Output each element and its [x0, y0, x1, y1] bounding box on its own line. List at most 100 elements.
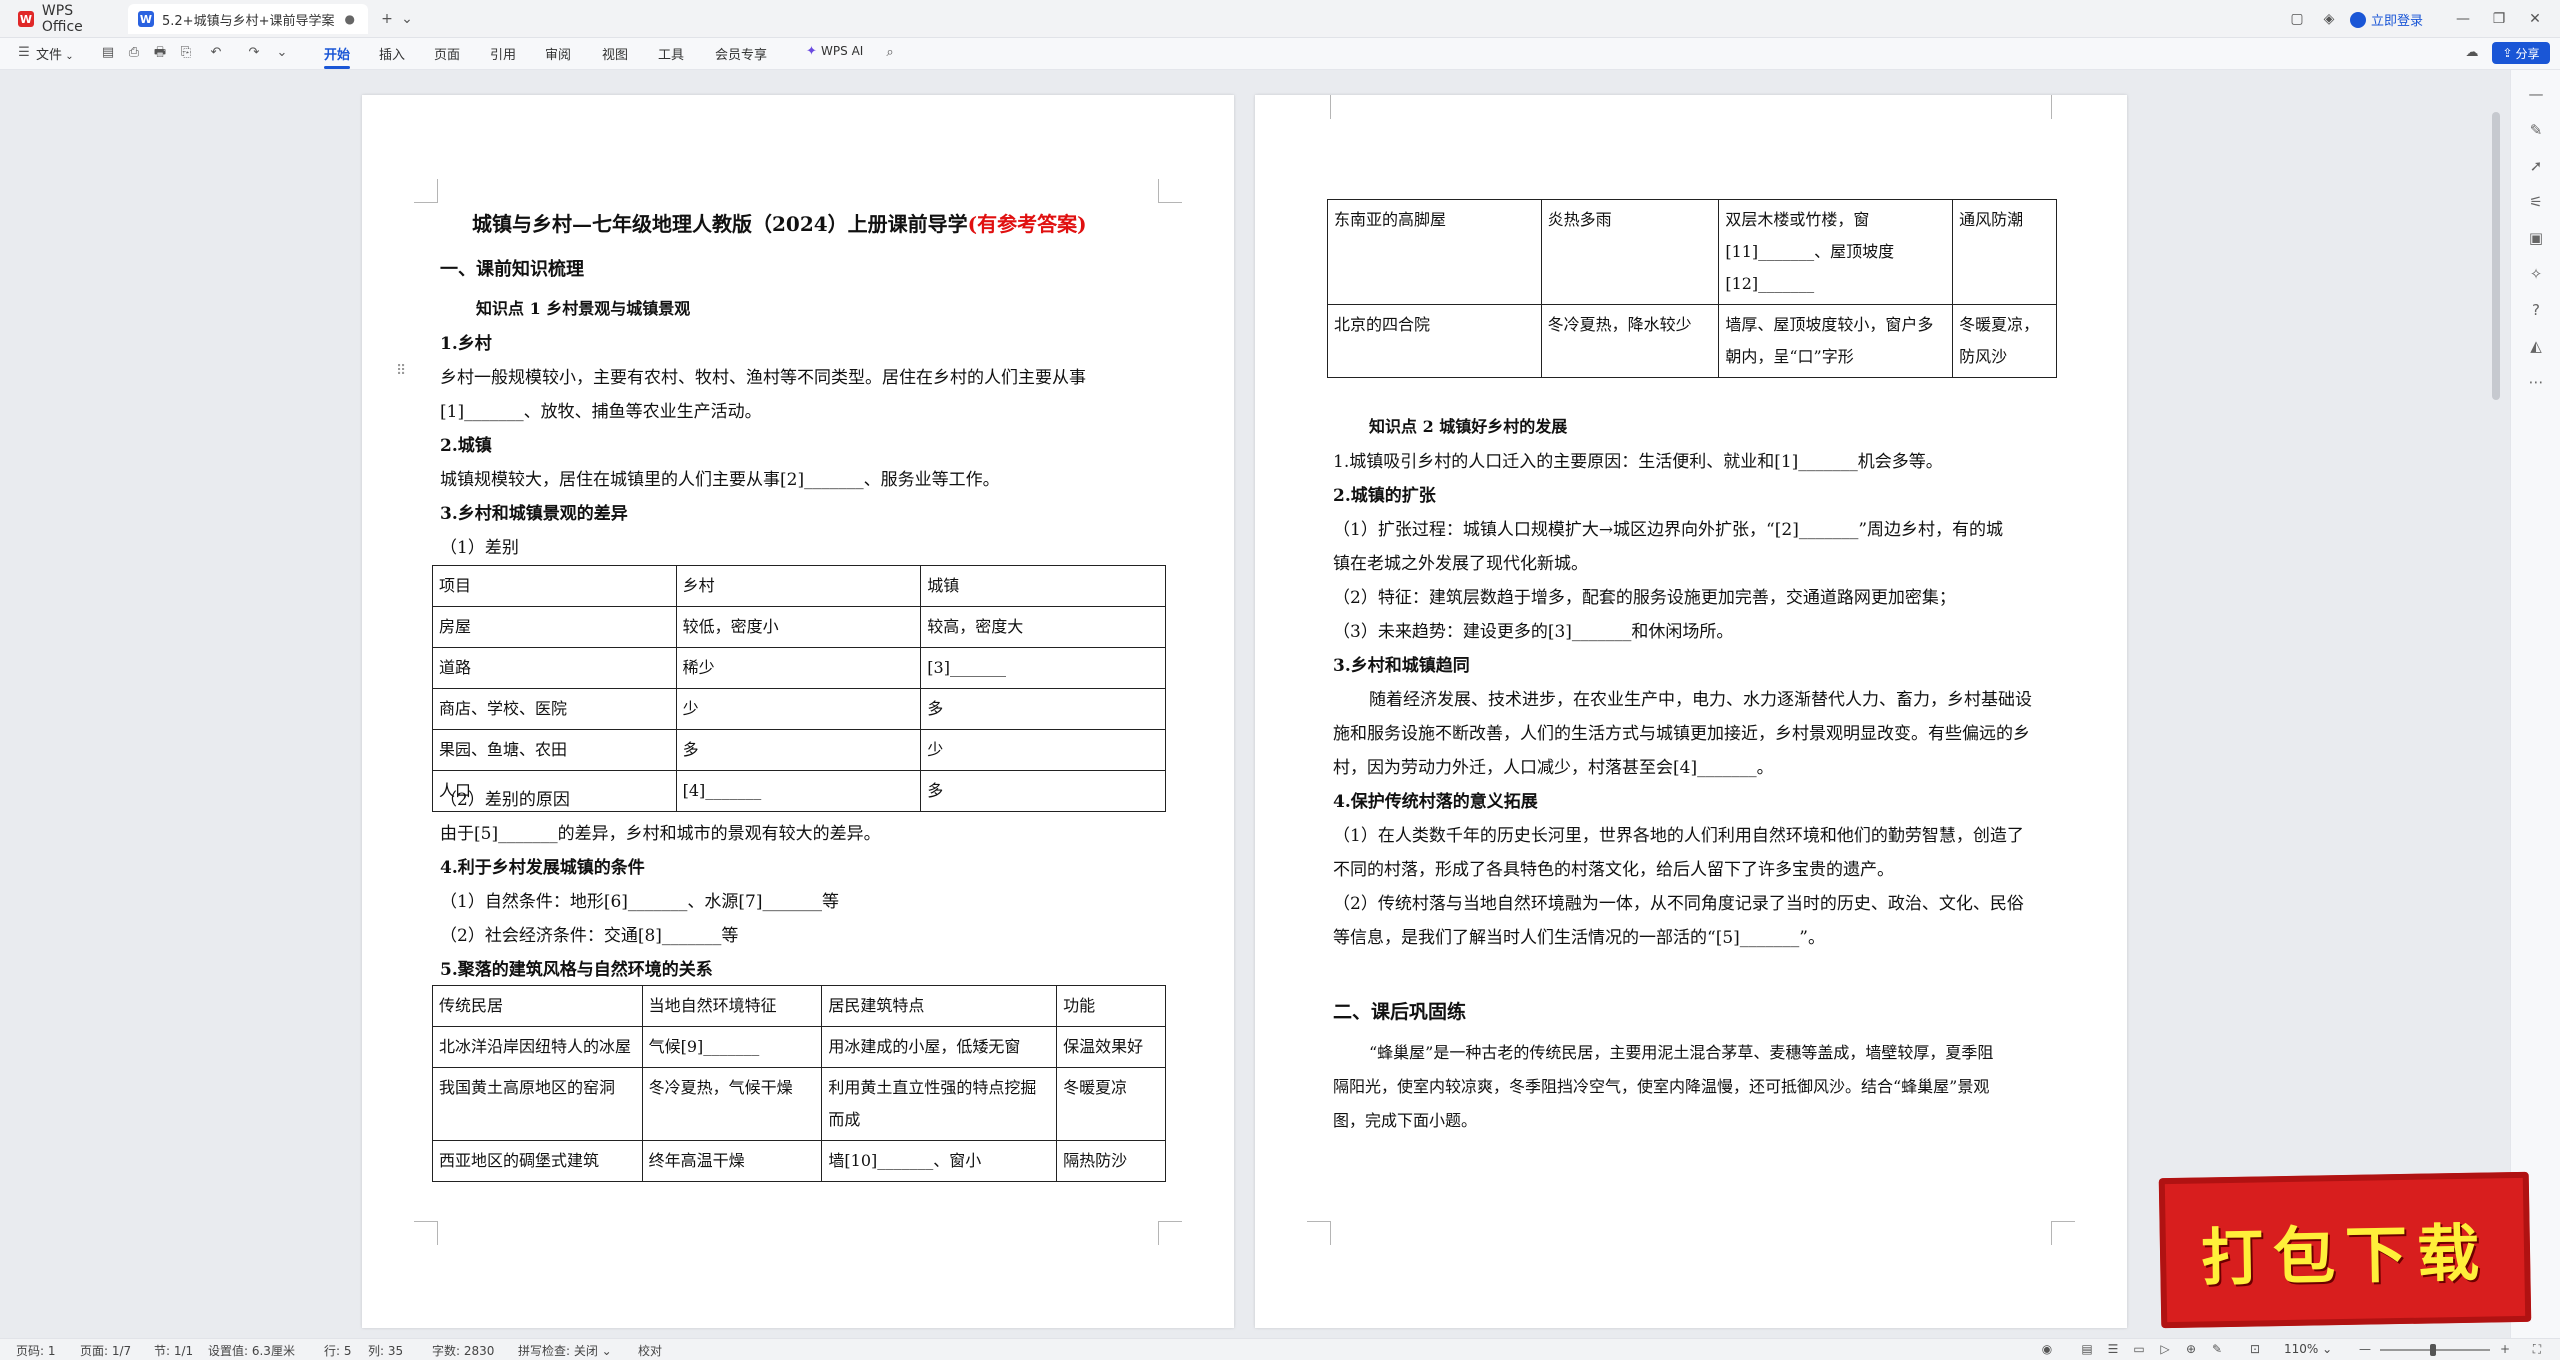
- table-row: 东南亚的高脚屋 炎热多雨 双层木楼或竹楼，窗[11]_______、屋顶坡度[12]…: [1327, 199, 2057, 305]
- more-chevron-icon[interactable]: ⌄: [274, 45, 290, 61]
- adjust-sliders-icon[interactable]: ⚟: [2526, 192, 2546, 212]
- file-menu-label: 文件: [36, 48, 63, 63]
- bag-icon[interactable]: ◭: [2526, 336, 2546, 356]
- edit-pen-icon[interactable]: ✎: [2526, 120, 2546, 140]
- table-cell: 房屋: [432, 606, 677, 648]
- status-spellcheck[interactable]: 拼写检查: 关闭 ⌄: [518, 1342, 612, 1359]
- table-cell: 墙[10]_______、窗小: [821, 1140, 1058, 1182]
- table-cell: 项目: [432, 565, 677, 607]
- eye-protect-icon[interactable]: ◉: [2040, 1342, 2054, 1356]
- table-row: 商店、学校、医院少多: [432, 688, 1166, 730]
- paragraph-convergence-1: 随着经济发展、技术进步，在农业生产中，电力、水力逐渐替代人力、畜力，乡村基础设: [1369, 690, 2032, 710]
- print-preview-icon[interactable]: ⎘: [178, 45, 194, 61]
- login-label: 立即登录: [2371, 14, 2424, 29]
- magic-tool-icon[interactable]: ✧: [2526, 264, 2546, 284]
- print-icon[interactable]: 🖶: [152, 45, 168, 61]
- fullscreen-icon[interactable]: ⛶: [2530, 1342, 2544, 1356]
- minimize-icon[interactable]: —: [2454, 10, 2472, 28]
- table-cell: 冬暖夏凉: [1056, 1067, 1166, 1141]
- close-window-icon[interactable]: ✕: [2526, 10, 2544, 28]
- vertical-scrollbar[interactable]: [2492, 112, 2500, 400]
- drag-handle-icon[interactable]: ⠿: [396, 363, 406, 379]
- table-cell: 当地自然环境特征: [641, 985, 823, 1027]
- tab-document[interactable]: W 5.2+城镇与乡村+课前导学案 ●: [128, 4, 368, 34]
- zoom-slider-handle[interactable]: [2430, 1344, 2436, 1356]
- save-icon[interactable]: ▤: [100, 45, 116, 61]
- margin-corner-mark: [1307, 1221, 1331, 1245]
- paragraph-expansion-process-2: 镇在老城之外发展了现代化新城。: [1333, 554, 1588, 574]
- cloud-sync-icon[interactable]: ☁: [2464, 45, 2480, 61]
- pen-icon[interactable]: ✎: [2210, 1342, 2224, 1356]
- paragraph-protection-4: 等信息，是我们了解当时人们生活情况的一部活的“[5]_______”。: [1333, 928, 1825, 948]
- tab-list-chevron-icon[interactable]: ⌄: [398, 10, 416, 28]
- web-view-icon[interactable]: ⊕: [2184, 1342, 2198, 1356]
- menu-member[interactable]: 会员专享: [715, 44, 767, 63]
- file-menu[interactable]: 文件 ⌄: [36, 44, 74, 63]
- collapse-icon[interactable]: —: [2526, 84, 2546, 104]
- status-word-count[interactable]: 字数: 2830: [432, 1342, 494, 1359]
- margin-corner-mark: [1158, 1221, 1182, 1245]
- menu-tools[interactable]: 工具: [658, 44, 684, 63]
- table-cell: 东南亚的高脚屋: [1327, 199, 1542, 305]
- table-cell: 用冰建成的小屋，低矮无窗: [821, 1026, 1058, 1068]
- redo-icon[interactable]: ↷: [246, 45, 262, 61]
- zoom-in-icon[interactable]: +: [2498, 1342, 2512, 1356]
- table-cell: 较低，密度小: [675, 606, 922, 648]
- table-cell: 炎热多雨: [1540, 199, 1720, 305]
- tab-close-icon[interactable]: ●: [344, 12, 354, 26]
- menu-page[interactable]: 页面: [434, 44, 460, 63]
- status-page-number[interactable]: 页码: 1: [16, 1342, 56, 1359]
- download-pack-stamp[interactable]: 打包下载: [2158, 1171, 2532, 1329]
- zoom-out-icon[interactable]: —: [2358, 1342, 2372, 1356]
- menu-view[interactable]: 视图: [602, 44, 628, 63]
- new-tab-icon[interactable]: +: [378, 10, 396, 28]
- table-cell: 西亚地区的碉堡式建筑: [432, 1140, 643, 1182]
- cube-icon[interactable]: ◈: [2320, 10, 2338, 28]
- menu-insert[interactable]: 插入: [379, 44, 405, 63]
- paragraph-protection-2: 不同的村落，形成了各具特色的村落文化，给后人留下了许多宝贵的遗产。: [1333, 860, 1894, 880]
- undo-icon[interactable]: ↶: [208, 45, 224, 61]
- table-cell: 少: [920, 729, 1166, 771]
- play-icon[interactable]: ▷: [2158, 1342, 2172, 1356]
- table-cell: 北冰洋沿岸因纽特人的冰屋: [432, 1026, 643, 1068]
- image-tool-icon[interactable]: ▣: [2526, 228, 2546, 248]
- menu-reference[interactable]: 引用: [490, 44, 516, 63]
- login-link[interactable]: 立即登录: [2350, 10, 2423, 29]
- avatar-icon: [2350, 11, 2366, 28]
- zoom-level[interactable]: 110% ⌄: [2284, 1342, 2332, 1356]
- tab-wps-home[interactable]: W WPS Office: [8, 3, 128, 35]
- read-view-icon[interactable]: ▭: [2132, 1342, 2146, 1356]
- wps-ai-button[interactable]: ✦ WPS AI: [806, 44, 863, 59]
- status-page-count[interactable]: 页面: 1/7: [80, 1342, 131, 1359]
- more-icon[interactable]: ⋯: [2526, 372, 2546, 392]
- outline-view-icon[interactable]: ☰: [2106, 1342, 2120, 1356]
- page-view-icon[interactable]: ▤: [2080, 1342, 2094, 1356]
- menu-hamburger-icon[interactable]: ☰: [16, 45, 32, 61]
- share-button[interactable]: ⇪ 分享: [2492, 42, 2550, 64]
- search-icon[interactable]: ⌕: [882, 45, 898, 61]
- paragraph-social-conditions: （2）社会经济条件：交通[8]_______等: [440, 926, 739, 946]
- active-tab-indicator: [324, 66, 350, 69]
- document-page-1: 城镇与乡村—七年级地理人教版（2024）上册课前导学(有参考答案) 一、课前知识…: [362, 95, 1234, 1328]
- status-proofread[interactable]: 校对: [638, 1342, 662, 1359]
- fit-page-icon[interactable]: ⊡: [2248, 1342, 2262, 1356]
- select-cursor-icon[interactable]: ➚: [2526, 156, 2546, 176]
- help-icon[interactable]: ?: [2526, 300, 2546, 320]
- paragraph-protection-1: （1）在人类数千年的历史长河里，世界各地的人们利用自然环境和他们的勤劳智慧，创造…: [1333, 826, 2024, 846]
- table-row: 北冰洋沿岸因纽特人的冰屋 气候[9]_______ 用冰建成的小屋，低矮无窗 保温效果…: [432, 1026, 1166, 1068]
- table-cell: 终年高温干燥: [641, 1140, 823, 1182]
- knowledge-point-1: 知识点 1 乡村景观与城镇景观: [476, 299, 691, 318]
- menu-start[interactable]: 开始: [324, 44, 350, 63]
- restore-icon[interactable]: ❐: [2490, 10, 2508, 28]
- status-column: 列: 35: [368, 1344, 404, 1358]
- table-cell: [3]_______: [920, 647, 1166, 689]
- section-heading-1: 一、课前知识梳理: [440, 259, 584, 280]
- table-cell: 墙厚、屋顶坡度较小，窗户多朝内，呈“口”字形: [1718, 304, 1954, 378]
- export-pdf-icon[interactable]: ⎙: [126, 45, 142, 61]
- margin-corner-mark: [414, 1221, 438, 1245]
- table-row: 我国黄土高原地区的窑洞 冬冷夏热，气候干燥 利用黄土直立性强的特点挖掘而成 冬暖夏凉: [432, 1067, 1166, 1141]
- menu-review[interactable]: 审阅: [545, 44, 571, 63]
- margin-corner-mark: [414, 179, 438, 203]
- window-mode-icon[interactable]: ▢: [2288, 10, 2306, 28]
- subheading-expansion: 2.城镇的扩张: [1333, 486, 1436, 506]
